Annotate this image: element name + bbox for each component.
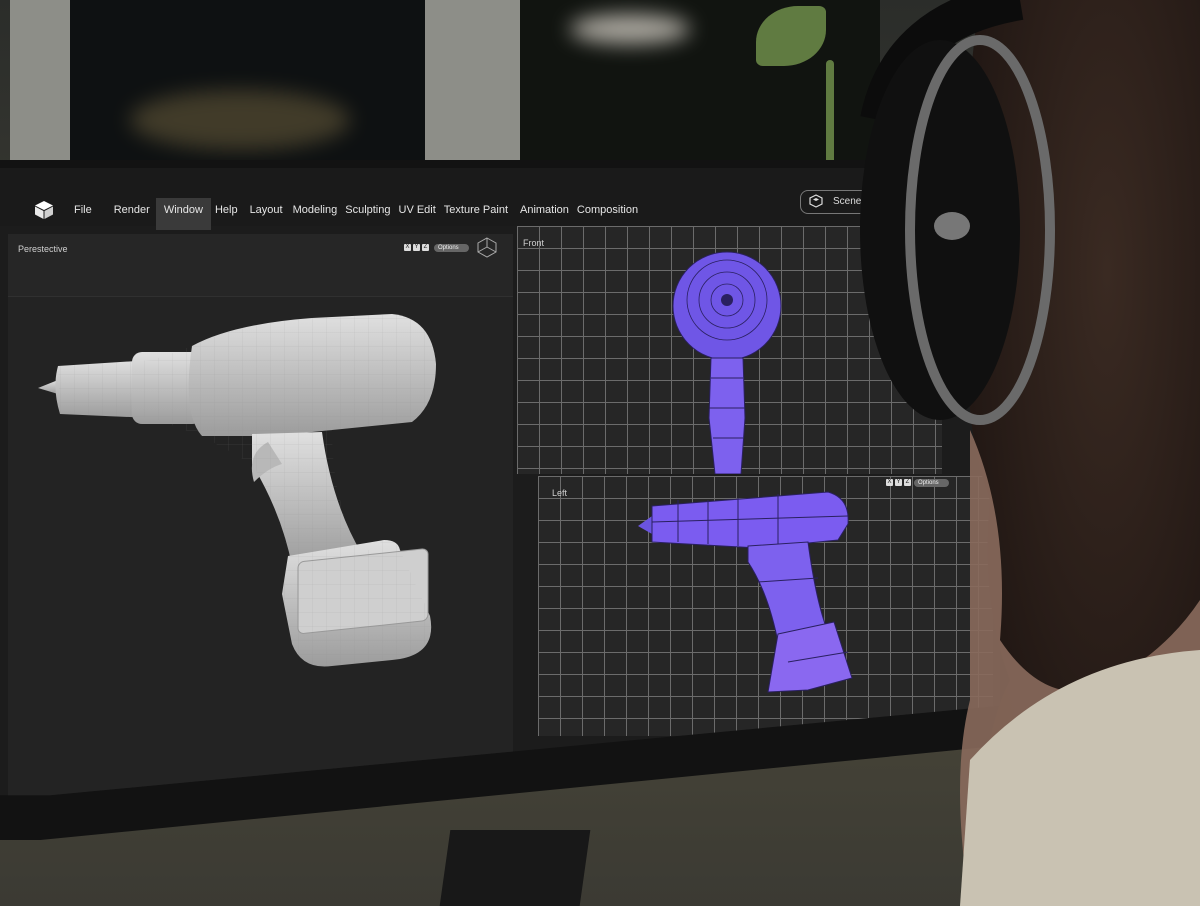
scene-label: Scene xyxy=(833,196,862,207)
menu-modeling[interactable]: Modeling xyxy=(289,204,342,230)
menu-help[interactable]: Help xyxy=(211,204,242,230)
options-dropdown[interactable]: Options xyxy=(434,244,469,252)
axis-z-button[interactable]: Z xyxy=(422,244,429,251)
menu-bar: File Render Window Help Layout Modeling … xyxy=(0,168,1000,230)
window-frame-middle xyxy=(425,0,520,175)
scene-icon xyxy=(809,194,823,208)
viewport-title: Perestective xyxy=(18,244,68,254)
ceiling-light xyxy=(570,14,690,44)
menu-uv-edit[interactable]: UV Edit xyxy=(395,204,440,230)
viewport-perspective[interactable]: Perestective X Y Z Options xyxy=(8,234,513,796)
menu-layout[interactable]: Layout xyxy=(246,204,287,230)
drill-model-front-wireframe[interactable] xyxy=(667,248,787,474)
menu-window[interactable]: Window xyxy=(155,198,211,230)
viewport-title: Front xyxy=(523,238,545,248)
window-frame-left xyxy=(10,0,70,175)
person-with-headphones xyxy=(860,0,1200,906)
menu-render[interactable]: Render xyxy=(110,204,154,230)
axis-x-button[interactable]: X xyxy=(404,244,411,251)
drill-model-left-wireframe[interactable] xyxy=(638,482,858,712)
cube-logo-icon[interactable] xyxy=(34,200,54,220)
axis-y-button[interactable]: Y xyxy=(413,244,420,251)
view-gizmo-icon[interactable] xyxy=(476,236,498,258)
viewport-title: Left xyxy=(552,488,568,498)
menu-file[interactable]: File xyxy=(70,204,96,230)
bookshelf-glow xyxy=(130,90,350,150)
monitor-stand xyxy=(439,830,591,906)
plant-leaf xyxy=(826,60,834,170)
drill-model-clay[interactable] xyxy=(32,304,462,734)
menu-sculpting[interactable]: Sculpting xyxy=(341,204,394,230)
app-screen: File Render Window Help Layout Modeling … xyxy=(0,168,1000,796)
menu-texture-paint[interactable]: Texture Paint xyxy=(440,204,512,230)
